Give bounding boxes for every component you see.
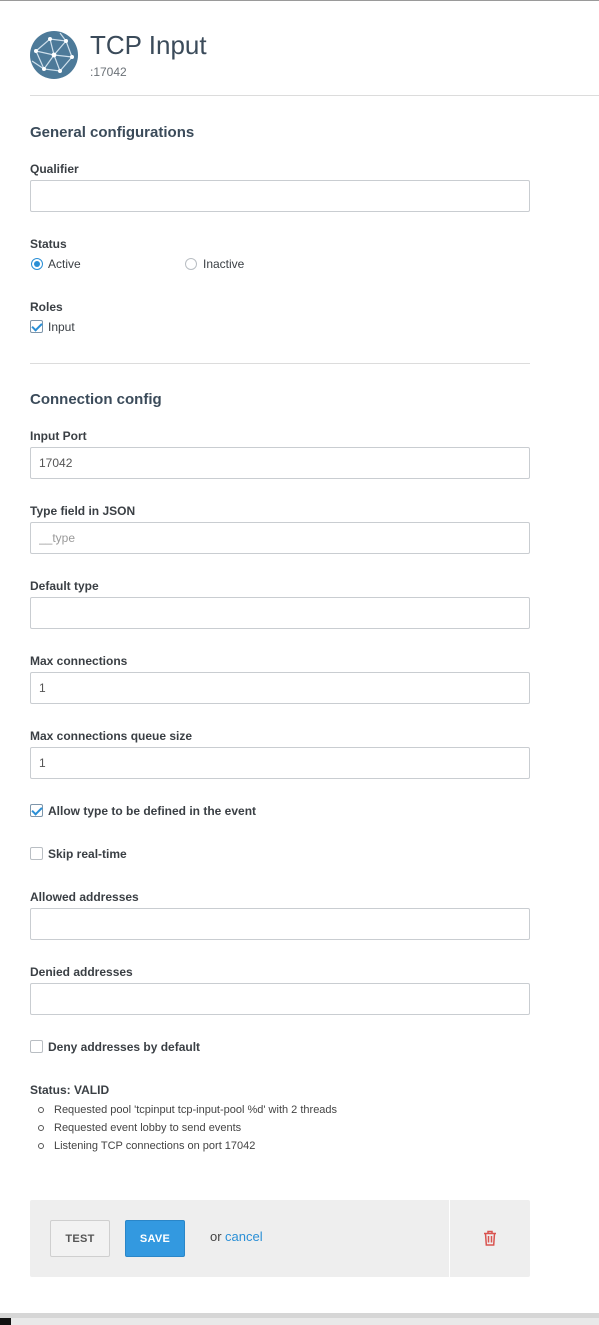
status-label: Status	[30, 237, 67, 251]
top-border	[0, 0, 599, 1]
type-field-label: Type field in JSON	[30, 504, 136, 518]
action-bar-separator	[449, 1200, 450, 1277]
allow-type-checkbox[interactable]	[30, 804, 43, 817]
status-title: Status: VALID	[30, 1083, 110, 1097]
input-port-label: Input Port	[30, 429, 87, 443]
status-active-label[interactable]: Active	[48, 256, 81, 272]
default-type-label: Default type	[30, 579, 99, 593]
type-field-input[interactable]	[30, 522, 530, 554]
status-messages: Requested pool 'tcpinput tcp-input-pool …	[30, 1101, 337, 1155]
or-text: or	[210, 1229, 222, 1244]
skip-realtime-label[interactable]: Skip real-time	[48, 846, 127, 862]
max-connections-label: Max connections	[30, 654, 128, 668]
denied-addresses-input[interactable]	[30, 983, 530, 1015]
cancel-link[interactable]: cancel	[225, 1229, 263, 1245]
bottom-scrollbar	[0, 1313, 599, 1325]
role-input-label[interactable]: Input	[48, 319, 75, 335]
max-queue-input[interactable]	[30, 747, 530, 779]
input-port-field[interactable]	[30, 447, 530, 479]
save-button[interactable]: SAVE	[125, 1220, 185, 1257]
roles-label: Roles	[30, 300, 63, 314]
header-divider	[30, 95, 599, 96]
status-message: Requested event lobby to send events	[30, 1119, 337, 1137]
section-title-connection: Connection config	[30, 391, 162, 408]
qualifier-label: Qualifier	[30, 162, 79, 176]
test-button[interactable]: TEST	[50, 1220, 110, 1257]
page-subtitle-port: :17042	[90, 65, 127, 79]
max-connections-input[interactable]	[30, 672, 530, 704]
status-active-radio[interactable]	[31, 258, 43, 270]
status-message: Listening TCP connections on port 17042	[30, 1137, 337, 1155]
max-queue-label: Max connections queue size	[30, 729, 193, 743]
action-bar: TEST SAVE or cancel	[30, 1200, 530, 1277]
section-title-general: General configurations	[30, 124, 195, 141]
status-inactive-label[interactable]: Inactive	[203, 256, 244, 272]
qualifier-input[interactable]	[30, 180, 530, 212]
status-inactive-radio[interactable]	[185, 258, 197, 270]
allowed-addresses-label: Allowed addresses	[30, 890, 139, 904]
skip-realtime-checkbox[interactable]	[30, 847, 43, 860]
network-globe-icon	[30, 31, 78, 79]
denied-addresses-label: Denied addresses	[30, 965, 133, 979]
allowed-addresses-input[interactable]	[30, 908, 530, 940]
deny-default-checkbox[interactable]	[30, 1040, 43, 1053]
default-type-input[interactable]	[30, 597, 530, 629]
deny-default-label[interactable]: Deny addresses by default	[48, 1039, 200, 1055]
role-input-checkbox[interactable]	[30, 320, 43, 333]
allow-type-label[interactable]: Allow type to be defined in the event	[48, 803, 256, 819]
section-divider	[30, 363, 530, 364]
page-title: TCP Input	[90, 30, 207, 60]
status-message: Requested pool 'tcpinput tcp-input-pool …	[30, 1101, 337, 1119]
trash-icon[interactable]	[483, 1230, 497, 1246]
